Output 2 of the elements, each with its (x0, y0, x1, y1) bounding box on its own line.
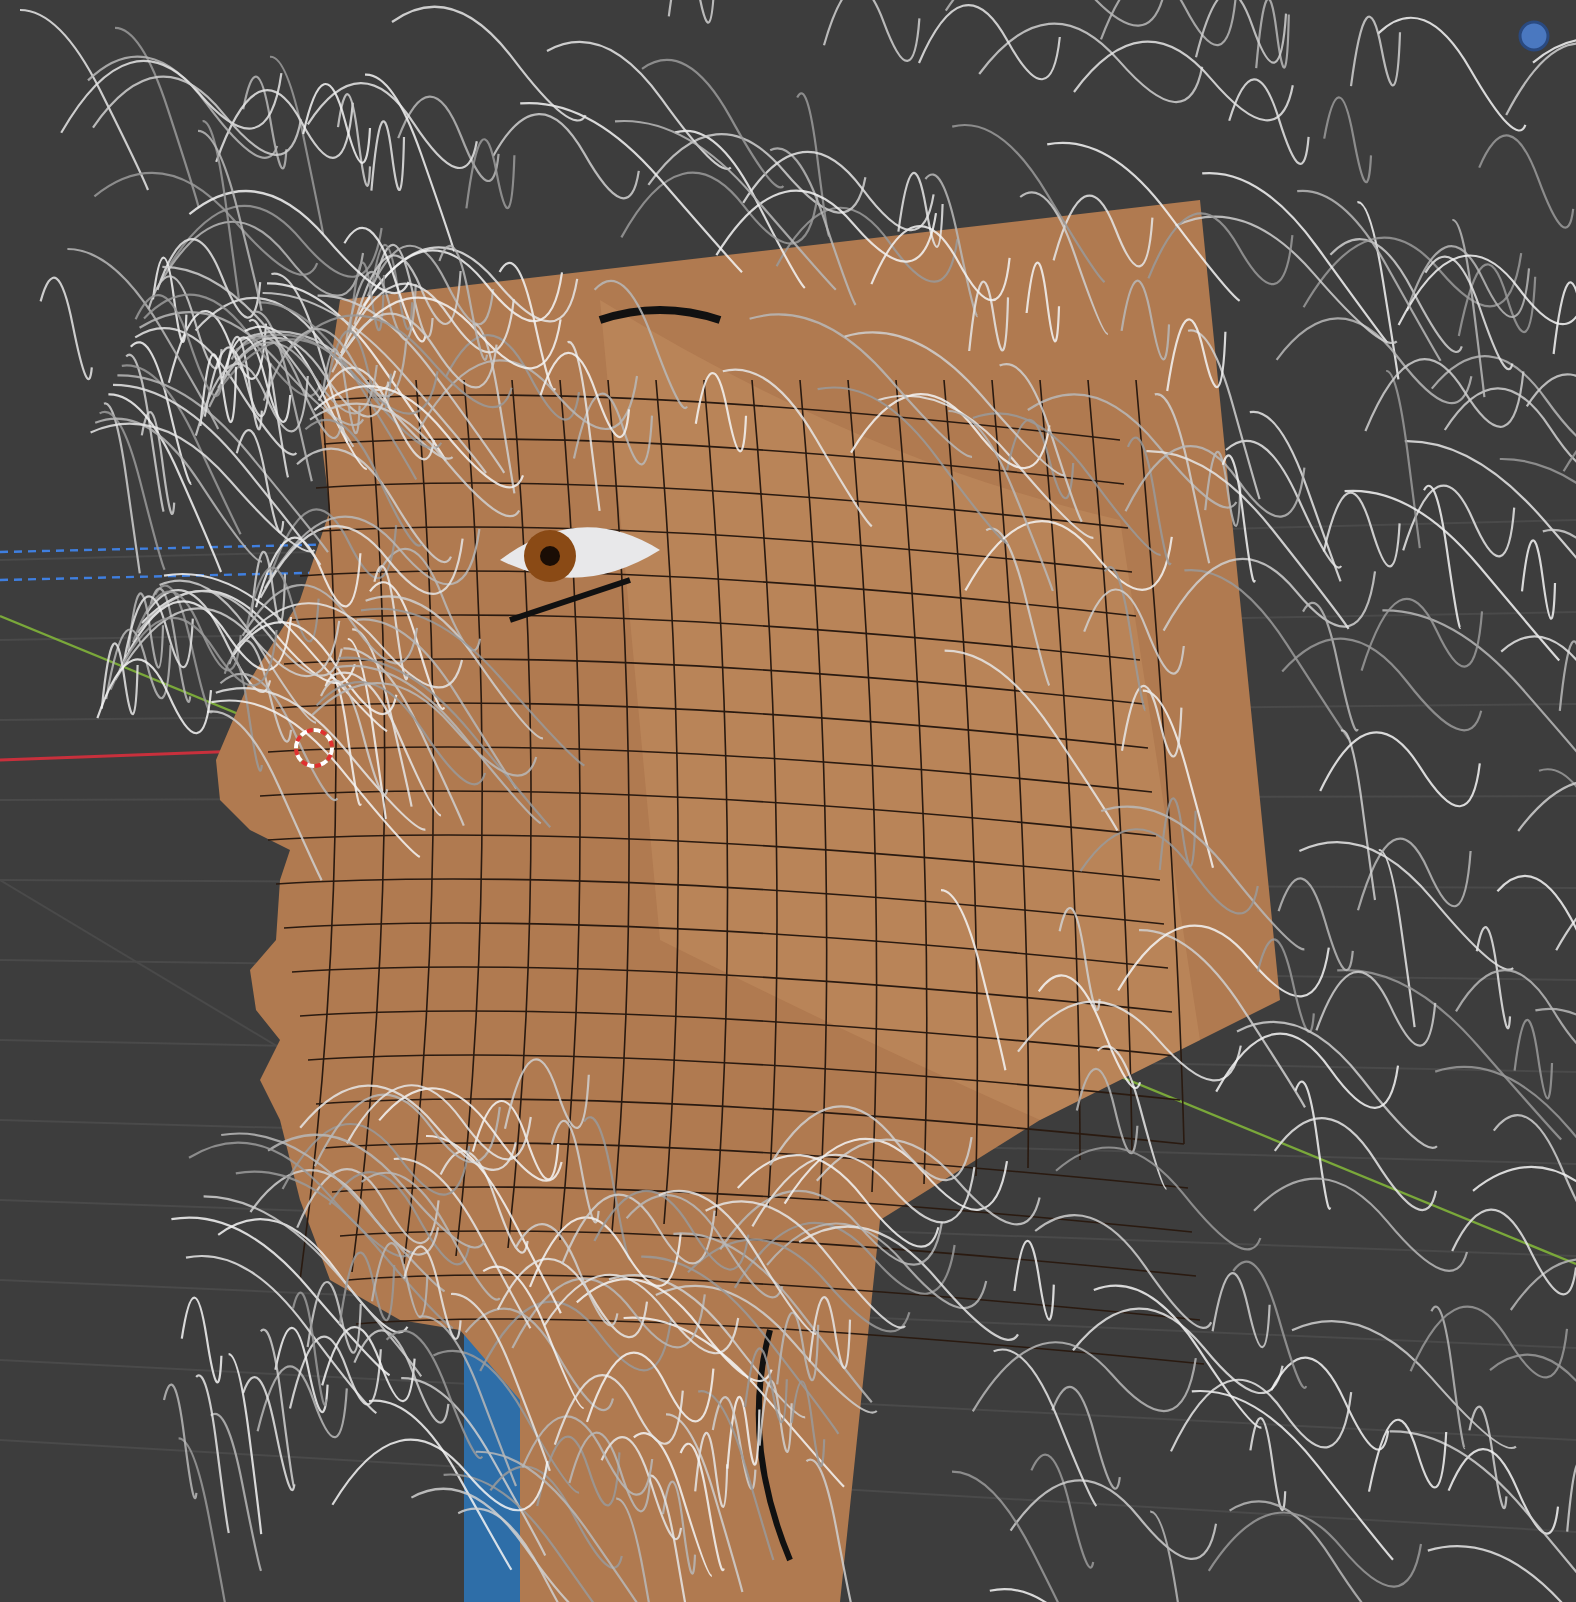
dot-icon[interactable] (1518, 20, 1550, 52)
cursor-icon (294, 728, 334, 768)
